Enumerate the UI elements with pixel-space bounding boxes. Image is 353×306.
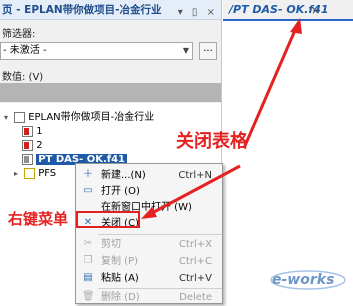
value-label: 数值: (V) [2, 72, 44, 83]
cut-icon: ✂ [83, 238, 93, 249]
close-icon[interactable]: × [311, 4, 320, 17]
value-field[interactable] [0, 83, 221, 102]
form-page-icon [22, 153, 33, 165]
menu-item-open[interactable]: ▭ 打开 (O) [76, 183, 222, 200]
chevron-down-icon: ▼ [182, 46, 189, 55]
folder-icon [24, 167, 35, 179]
e-works-watermark: e-works [270, 270, 346, 290]
panel-title: 页 - EPLAN带你做项目-冶金行业 [2, 4, 162, 16]
tree-item-label: EPLAN带你做项目-冶金行业 [28, 112, 155, 123]
annotation-right-click-menu: 右键菜单 [8, 210, 69, 228]
context-menu: ＋ 新建...(N) Ctrl+N ▭ 打开 (O) 在新窗口中打开 (W) ✕… [75, 163, 223, 304]
tree-item-project[interactable]: ▾ EPLAN带你做项目-冶金行业 [4, 111, 154, 125]
menu-item-delete[interactable]: 🗑 删除 (D) Delete [76, 289, 222, 306]
tree-item-label: 1 [36, 126, 43, 137]
copy-icon: ❐ [83, 255, 93, 266]
page-icon [22, 139, 33, 151]
paste-icon: ▤ [83, 272, 93, 283]
filter-select[interactable]: - 未激活 - ▼ [0, 42, 193, 60]
menu-separator [98, 234, 222, 235]
open-icon: ▭ [83, 185, 93, 196]
watermark-text: e-works [272, 272, 334, 288]
tab-document[interactable]: /PT DAS- OK.f41 × [223, 0, 353, 21]
new-icon: ＋ [83, 169, 93, 180]
expand-toggle[interactable]: ▸ [14, 167, 24, 181]
filter-label: 筛选器: [2, 29, 36, 40]
tree-item-page-2[interactable]: 2 [22, 139, 43, 153]
delete-icon: 🗑 [82, 291, 95, 302]
filter-options-button[interactable]: ... [199, 42, 217, 60]
close-highlight-box [76, 211, 140, 228]
annotation-close-table: 关闭表格 [176, 131, 248, 152]
tree-item-label: PFS [38, 168, 57, 179]
menu-item-paste[interactable]: ▤ 粘贴 (A) Ctrl+V [76, 270, 222, 287]
tree-item-pfs[interactable]: ▸ PFS [14, 167, 56, 181]
filter-select-value: - 未激活 - [3, 45, 47, 56]
tree-item-label: 2 [36, 140, 43, 151]
document-canvas [223, 21, 353, 304]
panel-window-controls[interactable]: ▾ ▯ × [178, 3, 218, 23]
menu-item-new[interactable]: ＋ 新建...(N) Ctrl+N [76, 167, 222, 184]
menu-item-copy[interactable]: ❐ 复制 (P) Ctrl+C [76, 253, 222, 270]
menu-item-cut[interactable]: ✂ 剪切 Ctrl+X [76, 236, 222, 253]
project-icon [14, 111, 25, 123]
tree-item-page-1[interactable]: 1 [22, 125, 43, 139]
collapse-toggle[interactable]: ▾ [4, 111, 14, 125]
panel-title-bar: 页 - EPLAN带你做项目-冶金行业 ▾ ▯ × [0, 0, 221, 23]
page-icon [22, 125, 33, 137]
